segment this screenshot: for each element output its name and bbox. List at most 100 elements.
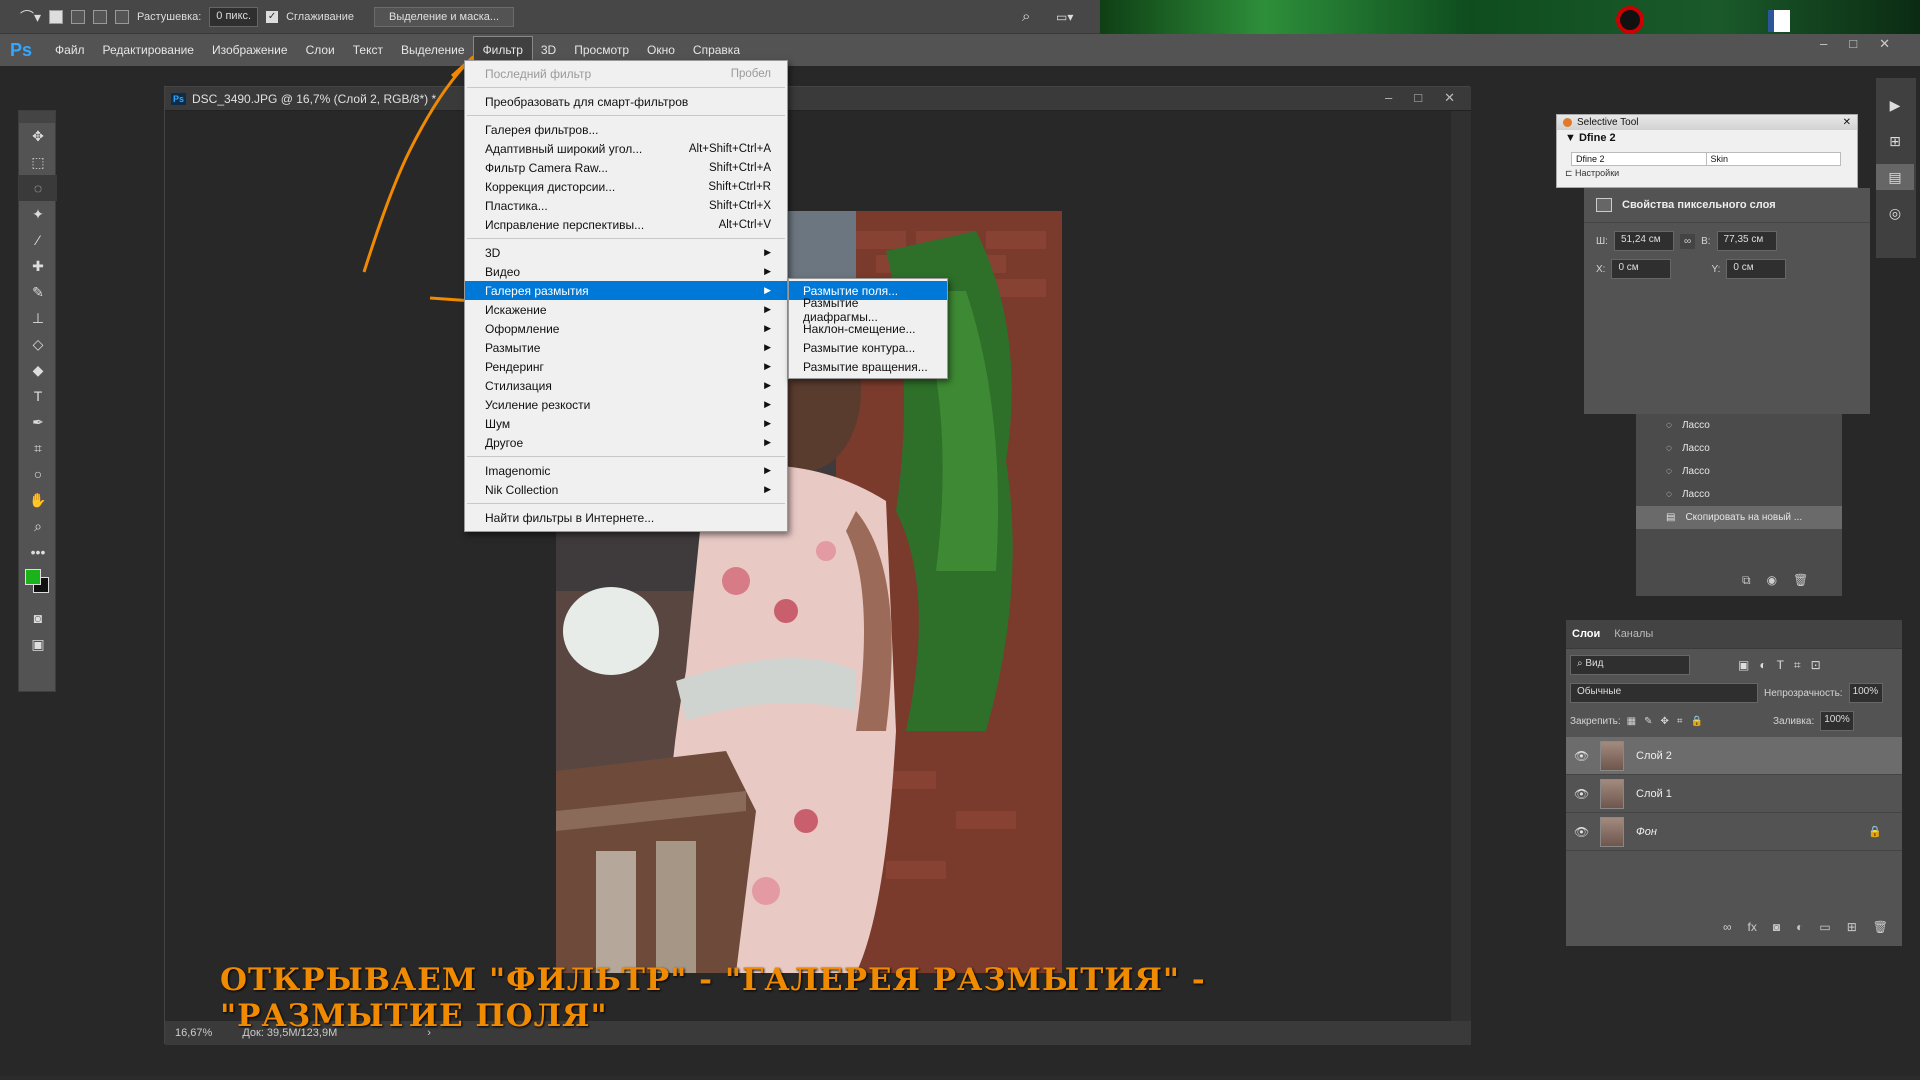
move-tool-icon[interactable]: ✥ bbox=[19, 123, 57, 149]
menu-item-stylize-design[interactable]: Оформление ▶ bbox=[465, 319, 787, 338]
menu-item-liquify[interactable]: Пластика... Shift+Ctrl+X bbox=[465, 196, 787, 215]
menu-item-vanishing-point[interactable]: Исправление перспективы... Alt+Ctrl+V bbox=[465, 215, 787, 234]
menu-item-blur[interactable]: Размытие ▶ bbox=[465, 338, 787, 357]
submenu-item-spin-blur[interactable]: Размытие вращения... bbox=[789, 357, 947, 376]
lasso-tool-preset-icon[interactable]: ⌒▾ bbox=[20, 7, 41, 27]
properties-panel-icon[interactable]: ▤ bbox=[1876, 164, 1914, 190]
snapshot-icon[interactable]: ◉ bbox=[1767, 573, 1777, 588]
selective-tool-settings[interactable]: ⊏ Настройки bbox=[1557, 166, 1857, 179]
zoom-level[interactable]: 16,67% bbox=[175, 1027, 212, 1039]
history-item[interactable]: ◌ Лассо bbox=[1636, 414, 1842, 437]
selective-tool-titlebar[interactable]: Selective Tool ✕ bbox=[1557, 115, 1857, 130]
more-tools-icon[interactable]: ••• bbox=[19, 539, 57, 565]
link-layers-icon[interactable]: ∞ bbox=[1723, 920, 1732, 934]
width-input[interactable]: 51,24 см bbox=[1613, 231, 1674, 251]
vertical-scrollbar[interactable] bbox=[1451, 111, 1471, 1021]
menu-item-adaptive-wide-angle[interactable]: Адаптивный широкий угол... Alt+Shift+Ctrl… bbox=[465, 139, 787, 158]
subtract-selection-icon[interactable] bbox=[93, 9, 108, 24]
marquee-tool-icon[interactable]: ⬚ bbox=[19, 149, 57, 175]
menu-item-noise[interactable]: Шум ▶ bbox=[465, 414, 787, 433]
tab-channels[interactable]: Каналы bbox=[1614, 628, 1653, 640]
link-dimensions-icon[interactable]: ∞ bbox=[1679, 233, 1696, 249]
menu-item-lens-correction[interactable]: Коррекция дисторсии... Shift+Ctrl+R bbox=[465, 177, 787, 196]
search-icon[interactable]: ⌕ bbox=[1022, 8, 1030, 25]
history-item[interactable]: ◌ Лассо bbox=[1636, 460, 1842, 483]
menu-item-camera-raw[interactable]: Фильтр Camera Raw... Shift+Ctrl+A bbox=[465, 158, 787, 177]
type-tool-icon[interactable]: T bbox=[19, 383, 57, 409]
libraries-icon[interactable]: ◎ bbox=[1876, 200, 1914, 226]
paint-bucket-icon[interactable]: ◆ bbox=[19, 357, 57, 383]
x-input[interactable]: 0 см bbox=[1611, 259, 1672, 279]
menu-item-imagenomic[interactable]: Imagenomic ▶ bbox=[465, 461, 787, 480]
layer-name[interactable]: Фон bbox=[1636, 826, 1657, 838]
tab-layers[interactable]: Слои bbox=[1572, 628, 1600, 640]
menu-item-stylize[interactable]: Стилизация ▶ bbox=[465, 376, 787, 395]
minimize-icon[interactable]: – bbox=[1820, 36, 1827, 52]
menu-item-filter-gallery[interactable]: Галерея фильтров... bbox=[465, 120, 787, 139]
feather-input[interactable]: 0 пикс. bbox=[209, 6, 259, 27]
menu-item-sharpen[interactable]: Усиление резкости ▶ bbox=[465, 395, 787, 414]
doc-maximize-icon[interactable]: □ bbox=[1414, 90, 1422, 106]
fill-input[interactable]: 100% bbox=[1820, 711, 1855, 731]
doc-minimize-icon[interactable]: – bbox=[1385, 90, 1392, 106]
selective-tool-item[interactable]: ▼ Dfine 2 bbox=[1557, 130, 1857, 144]
menu-image[interactable]: Изображение bbox=[203, 37, 297, 63]
zoom-tool-icon[interactable]: ⌕ bbox=[19, 513, 57, 539]
layer-name[interactable]: Слой 1 bbox=[1636, 788, 1672, 800]
color-swatches[interactable] bbox=[19, 565, 57, 605]
lasso-tool-icon[interactable]: ◌ bbox=[19, 175, 57, 201]
screen-mode-icon[interactable]: ▣ bbox=[19, 631, 57, 657]
menu-item-convert-smart-filters[interactable]: Преобразовать для смарт-фильтров bbox=[465, 92, 787, 111]
antialias-checkbox[interactable]: ✓ bbox=[266, 10, 279, 23]
menu-item-blur-gallery[interactable]: Галерея размытия ▶ bbox=[465, 281, 787, 300]
workspace-switcher-icon[interactable]: ▭▾ bbox=[1056, 10, 1073, 24]
selective-tool-close-icon[interactable]: ✕ bbox=[1843, 117, 1851, 128]
tab-dfine[interactable]: Dfine 2 bbox=[1572, 153, 1707, 165]
play-action-icon[interactable]: ▶ bbox=[1876, 92, 1914, 118]
pen-tool-icon[interactable]: ✒ bbox=[19, 409, 57, 435]
visibility-eye-icon[interactable]: 👁 bbox=[1574, 749, 1589, 763]
visibility-eye-icon[interactable]: 👁 bbox=[1574, 787, 1589, 801]
menu-item-3d[interactable]: 3D ▶ bbox=[465, 243, 787, 262]
menu-item-browse-filters-online[interactable]: Найти фильтры в Интернете... bbox=[465, 508, 787, 527]
doc-close-icon[interactable]: ✕ bbox=[1444, 90, 1455, 106]
layer-row[interactable]: 👁 Фон 🔒 bbox=[1566, 813, 1902, 851]
height-input[interactable]: 77,35 см bbox=[1716, 231, 1777, 251]
menu-item-nik-collection[interactable]: Nik Collection ▶ bbox=[465, 480, 787, 499]
stamp-tool-icon[interactable]: ⊥ bbox=[19, 305, 57, 331]
layer-row-active[interactable]: 👁 Слой 2 bbox=[1566, 737, 1902, 775]
new-selection-icon[interactable] bbox=[49, 9, 64, 24]
history-item[interactable]: ◌ Лассо bbox=[1636, 483, 1842, 506]
layer-row[interactable]: 👁 Слой 1 bbox=[1566, 775, 1902, 813]
history-item-active[interactable]: ▤ Скопировать на новый ... bbox=[1636, 506, 1842, 529]
eyedropper-icon[interactable]: ⁄ bbox=[19, 227, 57, 253]
delete-layer-icon[interactable]: 🗑 bbox=[1873, 920, 1888, 934]
layer-filter-kind[interactable]: ⌕ Вид bbox=[1570, 655, 1690, 675]
tab-skin[interactable]: Skin bbox=[1707, 153, 1841, 165]
hand-tool-icon[interactable]: ✋ bbox=[19, 487, 57, 513]
brush-tool-icon[interactable]: ✎ bbox=[19, 279, 57, 305]
add-selection-icon[interactable] bbox=[71, 9, 86, 24]
delete-state-icon[interactable]: 🗑 bbox=[1793, 573, 1808, 588]
menu-layers[interactable]: Слои bbox=[297, 37, 344, 63]
intersect-selection-icon[interactable] bbox=[115, 9, 130, 24]
healing-brush-icon[interactable]: ✚ bbox=[19, 253, 57, 279]
ellipse-tool-icon[interactable]: ○ bbox=[19, 461, 57, 487]
select-and-mask-button[interactable]: Выделение и маска... bbox=[374, 6, 515, 27]
new-layer-icon[interactable]: ⊞ bbox=[1847, 920, 1857, 934]
menu-item-distort[interactable]: Искажение ▶ bbox=[465, 300, 787, 319]
menu-item-other[interactable]: Другое ▶ bbox=[465, 433, 787, 452]
close-icon[interactable]: ✕ bbox=[1879, 36, 1890, 52]
layer-filter-icons[interactable]: ▣◐T⌗⊡ bbox=[1738, 658, 1831, 673]
foreground-color-swatch[interactable] bbox=[25, 569, 41, 585]
maximize-icon[interactable]: □ bbox=[1849, 36, 1857, 52]
visibility-eye-icon[interactable]: 👁 bbox=[1574, 825, 1589, 839]
submenu-item-iris-blur[interactable]: Размытие диафрагмы... bbox=[789, 296, 947, 324]
new-group-icon[interactable]: ▭ bbox=[1819, 920, 1830, 934]
layer-name[interactable]: Слой 2 bbox=[1636, 750, 1672, 762]
y-input[interactable]: 0 см bbox=[1726, 259, 1787, 279]
adjustment-layer-icon[interactable]: ◐ bbox=[1796, 920, 1803, 934]
opacity-input[interactable]: 100% bbox=[1848, 683, 1883, 703]
menu-item-render[interactable]: Рендеринг ▶ bbox=[465, 357, 787, 376]
history-item[interactable]: ◌ Лассо bbox=[1636, 437, 1842, 460]
